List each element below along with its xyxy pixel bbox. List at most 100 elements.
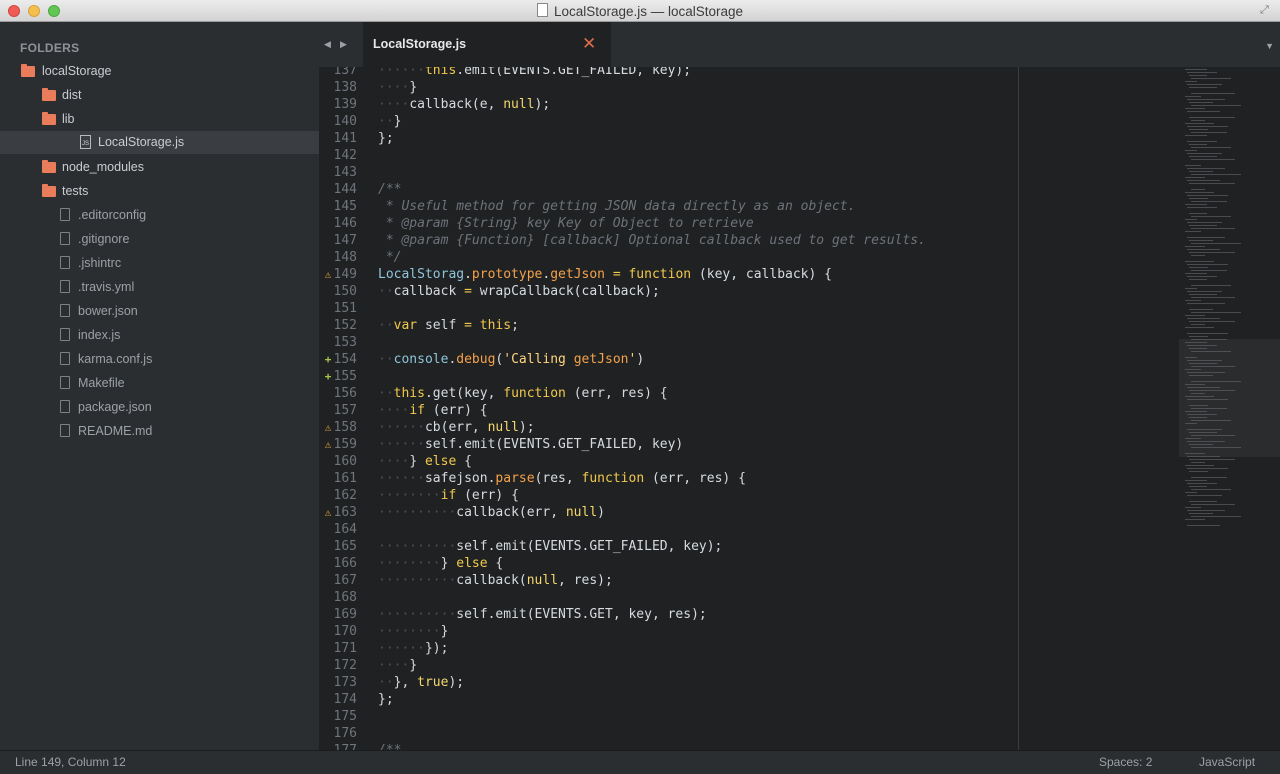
tree-item[interactable]: README.md — [0, 420, 319, 443]
code-line[interactable]: ⚠ 159 ······self.emit(EVENTS.GET_FAILED, k… — [319, 436, 1280, 453]
code-line[interactable]: 166 ········} else { — [319, 555, 1280, 572]
line-number: 169 — [333, 607, 357, 622]
code-line[interactable]: 151 — [319, 300, 1280, 317]
tree-item[interactable]: index.js — [0, 324, 319, 347]
minimap-line — [1187, 510, 1225, 511]
minimap-line — [1187, 180, 1220, 181]
minimap-line — [1191, 93, 1235, 94]
minimap-line — [1187, 303, 1225, 304]
tab-back-icon[interactable]: ◀ — [324, 39, 331, 50]
code-line[interactable]: 169 ··········self.emit(EVENTS.GET, key, … — [319, 606, 1280, 623]
tree-item-label: node_modules — [62, 160, 145, 174]
code-lines: 137 ······this.emit(EVENTS.GET_FAILED, ke… — [319, 67, 1280, 750]
tree-item[interactable]: .travis.yml — [0, 276, 319, 299]
code-line[interactable]: 174}; — [319, 691, 1280, 708]
code-line[interactable]: 153 — [319, 334, 1280, 351]
code-line[interactable]: 146 * @param {String} key Key of Object … — [319, 215, 1280, 232]
tree-item[interactable]: Makefile — [0, 372, 319, 395]
tree-item[interactable]: karma.conf.js — [0, 348, 319, 371]
minimap-line — [1191, 255, 1205, 256]
minimap-line — [1191, 285, 1231, 286]
code-line[interactable]: 167 ··········callback(null, res); — [319, 572, 1280, 589]
code-line[interactable]: 144 /** — [319, 181, 1280, 198]
code-line[interactable]: 157 ····if (err) { — [319, 402, 1280, 419]
code-line[interactable]: 150 ··callback = wrapCallback(callback); — [319, 283, 1280, 300]
tree-item[interactable]: package.json — [0, 396, 319, 419]
tab-menu-icon[interactable]: ▼ — [1265, 41, 1274, 51]
line-number: 164 — [333, 522, 357, 537]
tree-item[interactable]: node_modules — [0, 156, 319, 179]
code-line[interactable]: 160 ····} else { — [319, 453, 1280, 470]
code-line[interactable]: 138 ····} — [319, 79, 1280, 96]
tree-item[interactable]: lib — [0, 108, 319, 131]
code-line[interactable]: 161 ······safejson.parse(res, function (e… — [319, 470, 1280, 487]
minimap-line — [1189, 129, 1208, 130]
minimap-line — [1185, 108, 1205, 109]
code-line[interactable]: 171 ······}); — [319, 640, 1280, 657]
code-line[interactable]: +154 ··console.debug('Calling getJson') — [319, 351, 1280, 368]
code-editor[interactable]: 137 ······this.emit(EVENTS.GET_FAILED, ke… — [319, 67, 1280, 750]
code-line[interactable]: 164 — [319, 521, 1280, 538]
minimap-line — [1191, 381, 1241, 382]
code-line[interactable]: 140 ··} — [319, 113, 1280, 130]
tree-item[interactable]: localStorage — [0, 60, 319, 83]
code-line[interactable]: 172 ····} — [319, 657, 1280, 674]
code-line[interactable]: 147 * @param {Function} [callback] Optio… — [319, 232, 1280, 249]
minimap-line — [1185, 69, 1207, 70]
code-line[interactable]: ⚠ 149 LocalStorag.prototype.getJson = func… — [319, 266, 1280, 283]
code-line[interactable]: 175 — [319, 708, 1280, 725]
indentation-setting[interactable]: Spaces: 2 — [1099, 751, 1152, 774]
tab-localstorage-js[interactable]: LocalStorage.js ✕ — [363, 22, 611, 67]
code-line[interactable]: 152 ··var self = this; — [319, 317, 1280, 334]
tab-forward-icon[interactable]: ▶ — [340, 39, 347, 50]
code-line[interactable]: 139 ····callback(e, null); — [319, 96, 1280, 113]
tree-item[interactable]: .editorconfig — [0, 204, 319, 227]
code-line[interactable]: 143 — [319, 164, 1280, 181]
minimap-line — [1185, 438, 1201, 439]
minimap-line — [1191, 147, 1231, 148]
code-line[interactable]: 168 — [319, 589, 1280, 606]
line-number: 163 — [333, 505, 357, 520]
code-line[interactable]: 173 ··}, true); — [319, 674, 1280, 691]
minimap-line — [1185, 273, 1207, 274]
syntax-selector[interactable]: JavaScript — [1199, 751, 1255, 774]
tree-item[interactable]: JS LocalStorage.js — [0, 131, 319, 154]
line-number: 176 — [333, 726, 357, 741]
code-line[interactable]: 145 * Useful method for getting JSON dat… — [319, 198, 1280, 215]
minimap-line — [1191, 105, 1241, 106]
code-line[interactable]: ⚠ 163 ··········callback(err, null) — [319, 504, 1280, 521]
minimap[interactable] — [1179, 67, 1280, 750]
line-number: 162 — [333, 488, 357, 503]
line-text: ······safejson.parse(res, function (err,… — [378, 471, 746, 486]
close-tab-icon[interactable]: ✕ — [582, 35, 596, 52]
tree-item[interactable]: tests — [0, 180, 319, 203]
code-line[interactable]: 177 /** — [319, 742, 1280, 750]
code-line[interactable]: 156 ··this.get(key, function (err, res) { — [319, 385, 1280, 402]
minimap-line — [1185, 300, 1201, 301]
code-line[interactable]: 137 ······this.emit(EVENTS.GET_FAILED, ke… — [319, 67, 1280, 79]
minimap-line — [1189, 117, 1235, 118]
tree-item-label: bower.json — [78, 304, 138, 318]
code-line[interactable]: ⚠ 158 ······cb(err, null); — [319, 419, 1280, 436]
code-line[interactable]: 176 — [319, 725, 1280, 742]
code-line[interactable]: 170 ········} — [319, 623, 1280, 640]
tree-item[interactable]: dist — [0, 84, 319, 107]
line-text: * @param {Function} [callback] Optional … — [378, 233, 926, 248]
tree-item[interactable]: .jshintrc — [0, 252, 319, 275]
code-line[interactable]: 141}; — [319, 130, 1280, 147]
document-icon — [536, 3, 548, 17]
minimap-line — [1189, 309, 1213, 310]
tree-item[interactable]: bower.json — [0, 300, 319, 323]
code-line[interactable]: 148 */ — [319, 249, 1280, 266]
code-line[interactable]: +155 — [319, 368, 1280, 385]
code-line[interactable]: 142 — [319, 147, 1280, 164]
code-line[interactable]: 162 ········if (err) { — [319, 487, 1280, 504]
line-number: 143 — [333, 165, 357, 180]
minimap-line — [1189, 321, 1235, 322]
minimap-line — [1187, 291, 1222, 292]
tree-item[interactable]: .gitignore — [0, 228, 319, 251]
fullscreen-icon[interactable]: ⤢ — [1260, 4, 1272, 16]
code-line[interactable]: 165 ··········self.emit(EVENTS.GET_FAILED… — [319, 538, 1280, 555]
minimap-line — [1191, 339, 1227, 340]
line-text: ········if (err) { — [378, 488, 519, 503]
